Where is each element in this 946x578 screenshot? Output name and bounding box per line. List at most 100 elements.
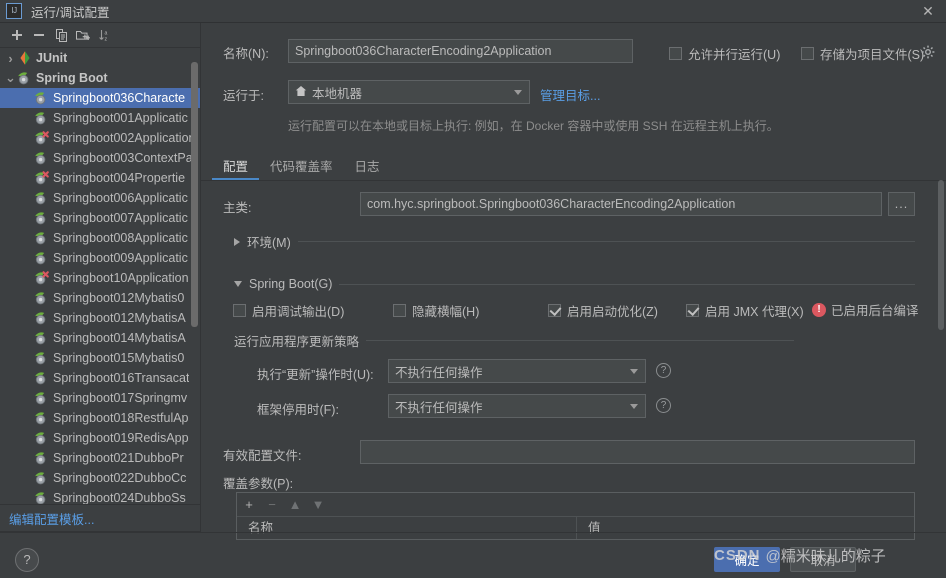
- tree-item-11[interactable]: Springboot10Application: [0, 268, 200, 288]
- sidebar-scrollbar-thumb[interactable]: [191, 62, 198, 327]
- browse-button-label: ...: [894, 197, 909, 211]
- tree-item-21[interactable]: Springboot022DubboCc: [0, 468, 200, 488]
- active-profiles-label: 有效配置文件:: [223, 449, 302, 463]
- svg-text:z: z: [105, 36, 108, 42]
- tree-item-6[interactable]: Springboot004Propertie: [0, 168, 200, 188]
- move-parameter-down-button[interactable]: ▼: [311, 497, 325, 512]
- tree-group-0[interactable]: › JUnit: [0, 48, 200, 68]
- help-button[interactable]: ?: [15, 548, 39, 572]
- name-input[interactable]: Springboot036CharacterEncoding2Applicati…: [288, 39, 633, 63]
- tree-item-label: JUnit: [36, 51, 68, 65]
- browse-main-class-button[interactable]: ...: [888, 192, 915, 216]
- ok-button[interactable]: 确定: [714, 547, 780, 572]
- environment-section-title: 环境(M): [247, 236, 291, 250]
- allow-parallel-run-label: 允许并行运行(U): [688, 48, 781, 62]
- add-configuration-button[interactable]: [7, 25, 27, 45]
- enable-debug-output-checkbox[interactable]: 启用调试输出(D): [233, 301, 344, 320]
- tree-item-13[interactable]: Springboot012MybatisA: [0, 308, 200, 328]
- tree-item-9[interactable]: Springboot008Applicatic: [0, 228, 200, 248]
- tab-configuration[interactable]: 配置: [212, 155, 260, 180]
- home-icon: [295, 85, 307, 100]
- chevron-down-icon[interactable]: ⌄: [4, 71, 17, 85]
- editor-scrollbar-thumb[interactable]: [938, 180, 944, 330]
- tree-item-5[interactable]: Springboot003ContextPa: [0, 148, 200, 168]
- tab-code-coverage[interactable]: 代码覆盖率: [259, 155, 344, 180]
- on-update-help-icon[interactable]: ?: [656, 363, 671, 378]
- close-icon[interactable]: ✕: [920, 3, 936, 19]
- active-profiles-input[interactable]: [360, 440, 915, 464]
- chevron-down-icon[interactable]: [514, 90, 522, 95]
- springboot-icon: [34, 270, 50, 286]
- section-rule: [366, 340, 794, 341]
- tree-item-7[interactable]: Springboot006Applicatic: [0, 188, 200, 208]
- spring-boot-section-title: Spring Boot(G): [249, 277, 333, 291]
- tree-item-12[interactable]: Springboot012Mybatis0: [0, 288, 200, 308]
- enable-launch-optimization-checkbox[interactable]: 启用启动优化(Z): [548, 301, 658, 320]
- on-update-action-dropdown[interactable]: 不执行任何操作: [388, 359, 646, 383]
- tree-item-18[interactable]: Springboot018RestfulAp: [0, 408, 200, 428]
- section-rule: [297, 241, 915, 242]
- chevron-right-icon[interactable]: ›: [4, 51, 17, 66]
- move-into-folder-button[interactable]: [73, 25, 93, 45]
- chevron-down-icon[interactable]: [234, 281, 242, 287]
- cancel-button[interactable]: 取消: [790, 547, 856, 572]
- spring-boot-section-header[interactable]: Spring Boot(G): [234, 277, 915, 291]
- enable-launch-optimization-checkbox-box[interactable]: [548, 304, 561, 317]
- run-on-label: 运行于:: [223, 89, 264, 103]
- gear-icon[interactable]: [921, 45, 935, 59]
- tree-item-17[interactable]: Springboot017Springmv: [0, 388, 200, 408]
- chevron-down-icon[interactable]: [630, 404, 638, 409]
- on-frame-deactivation-help-icon[interactable]: ?: [656, 398, 671, 413]
- tree-item-label: Springboot012Mybatis0: [53, 291, 185, 305]
- enable-jmx-agent-checkbox[interactable]: 启用 JMX 代理(X): [686, 301, 804, 320]
- copy-configuration-button[interactable]: [51, 25, 71, 45]
- allow-parallel-run-checkbox-box[interactable]: [669, 47, 682, 60]
- tree-item-20[interactable]: Springboot021DubboPr: [0, 448, 200, 468]
- configurations-tree[interactable]: › JUnit ⌄ Spring Boot Springboot036Characte S…: [0, 48, 200, 515]
- main-class-input[interactable]: com.hyc.springboot.Springboot036Characte…: [360, 192, 882, 216]
- tree-item-14[interactable]: Springboot014MybatisA: [0, 328, 200, 348]
- enable-debug-output-checkbox-box[interactable]: [233, 304, 246, 317]
- tree-item-16[interactable]: Springboot016Transacat: [0, 368, 200, 388]
- sidebar-scrollbar[interactable]: [191, 48, 198, 515]
- allow-parallel-run-checkbox[interactable]: 允许并行运行(U): [669, 44, 780, 63]
- hide-banner-checkbox[interactable]: 隐藏横幅(H): [393, 301, 479, 320]
- tree-item-8[interactable]: Springboot007Applicatic: [0, 208, 200, 228]
- run-on-target-dropdown[interactable]: 本地机器: [288, 80, 530, 104]
- editor-scrollbar[interactable]: [938, 180, 944, 530]
- tree-item-label: Springboot019RedisApp: [53, 431, 189, 445]
- tree-item-19[interactable]: Springboot019RedisApp: [0, 428, 200, 448]
- springboot-icon: [34, 170, 50, 186]
- move-parameter-up-button[interactable]: ▲: [288, 497, 302, 512]
- remove-configuration-button[interactable]: [29, 25, 49, 45]
- tree-item-label: Springboot014MybatisA: [53, 331, 186, 345]
- sort-configurations-button[interactable]: a z: [95, 25, 115, 45]
- add-parameter-button[interactable]: +: [242, 497, 256, 512]
- run-debug-configurations-dialog: IJ 运行/调试配置 ✕ a z › JUnit ⌄ Spring Boot S…: [0, 0, 946, 578]
- springboot-icon: [34, 450, 50, 466]
- store-as-project-file-checkbox[interactable]: 存储为项目文件(S): [801, 44, 924, 63]
- springboot-icon: [34, 150, 50, 166]
- tree-item-15[interactable]: Springboot015Mybatis0: [0, 348, 200, 368]
- tree-item-22[interactable]: Springboot024DubboSs: [0, 488, 200, 508]
- tree-group-1[interactable]: ⌄ Spring Boot: [0, 68, 200, 88]
- tree-item-4[interactable]: Springboot002Application: [0, 128, 200, 148]
- on-frame-deactivation-dropdown[interactable]: 不执行任何操作: [388, 394, 646, 418]
- section-rule: [339, 283, 915, 285]
- enable-jmx-agent-checkbox-box[interactable]: [686, 304, 699, 317]
- chevron-down-icon[interactable]: [630, 369, 638, 374]
- manage-targets-link[interactable]: 管理目标...: [540, 85, 600, 104]
- springboot-icon: [17, 70, 33, 86]
- springboot-icon: [34, 390, 50, 406]
- tree-item-2[interactable]: Springboot036Characte: [0, 88, 200, 108]
- environment-section-header[interactable]: 环境(M): [234, 232, 915, 251]
- hide-banner-checkbox-box[interactable]: [393, 304, 406, 317]
- store-as-project-file-checkbox-box[interactable]: [801, 47, 814, 60]
- edit-configuration-templates-link[interactable]: 编辑配置模板...: [0, 506, 200, 530]
- chevron-right-icon[interactable]: [234, 237, 240, 246]
- tab-logs[interactable]: 日志: [344, 155, 391, 180]
- tree-item-3[interactable]: Springboot001Applicatic: [0, 108, 200, 128]
- tree-item-label: Springboot012MybatisA: [53, 311, 186, 325]
- remove-parameter-button[interactable]: −: [265, 497, 279, 512]
- tree-item-10[interactable]: Springboot009Applicatic: [0, 248, 200, 268]
